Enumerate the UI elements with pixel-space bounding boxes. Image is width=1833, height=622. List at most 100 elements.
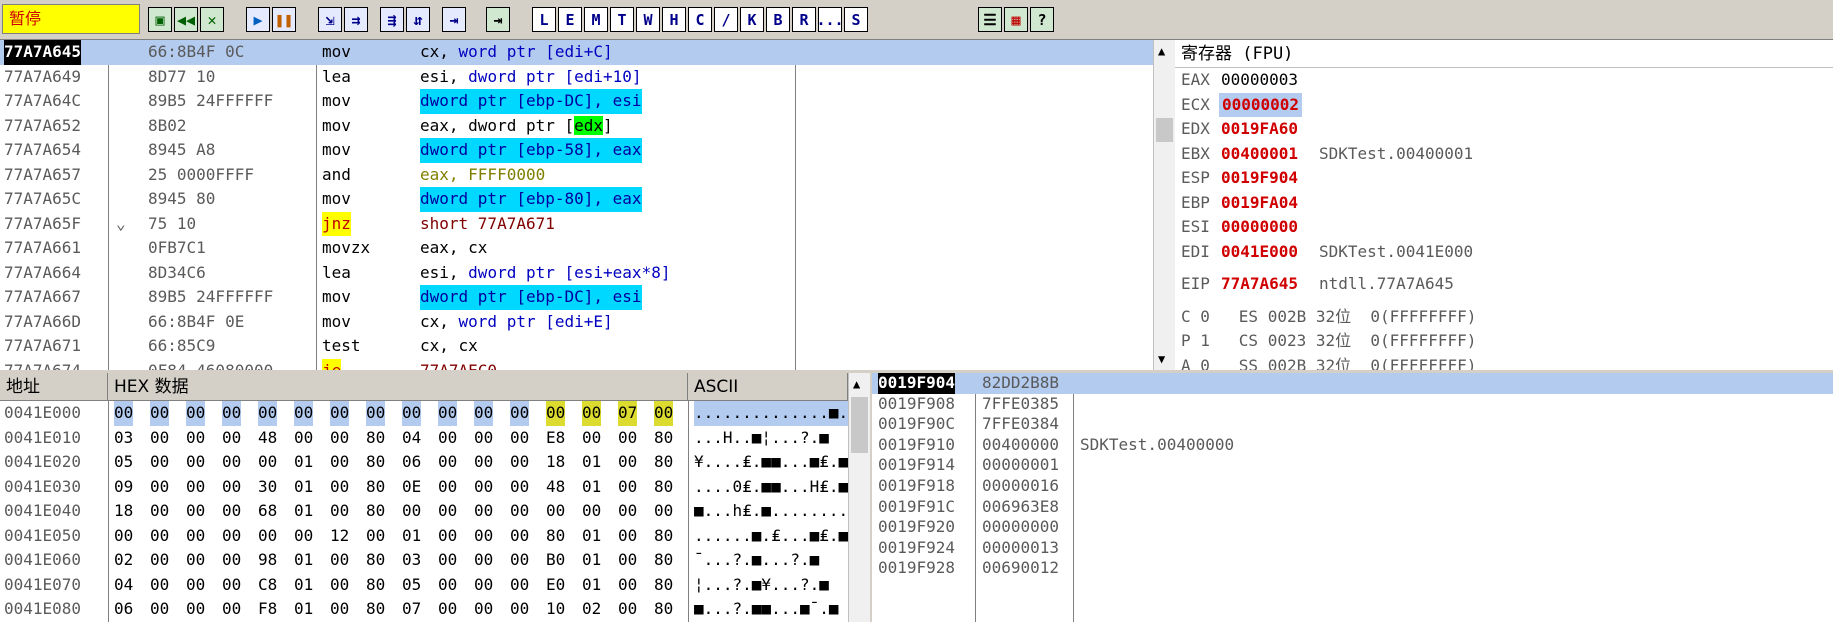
disasm-row[interactable]: 77A7A649 8D77 10 lea esi, dword ptr [edi+10… — [0, 65, 1153, 90]
disasm-row[interactable]: 77A7A65C 8945 80 mov dword ptr [ebp-80], ea… — [0, 187, 1153, 212]
dump-byte[interactable]: 02 — [114, 548, 133, 573]
dump-header-ascii[interactable]: ASCII — [688, 373, 848, 401]
dump-byte[interactable]: 01 — [582, 475, 601, 500]
dump-byte[interactable]: 00 — [186, 450, 205, 475]
dump-byte[interactable]: B0 — [546, 548, 565, 573]
dump-byte[interactable]: 01 — [582, 573, 601, 598]
dump-byte[interactable]: 00 — [330, 475, 349, 500]
dump-byte[interactable]: 00 — [438, 426, 457, 451]
dump-byte[interactable]: 03 — [114, 426, 133, 451]
dump-byte[interactable]: 00 — [474, 426, 493, 451]
modules-button[interactable]: E — [558, 7, 582, 32]
dump-byte[interactable]: 00 — [330, 401, 350, 426]
dump-byte[interactable]: 01 — [294, 450, 313, 475]
dump-byte[interactable]: 00 — [222, 401, 242, 426]
dump-byte[interactable]: 00 — [474, 499, 493, 524]
dump-byte[interactable]: 00 — [258, 524, 277, 549]
dump-byte[interactable]: 0E — [402, 475, 421, 500]
dump-byte[interactable]: 80 — [366, 450, 385, 475]
help-icon[interactable]: ? — [1030, 7, 1054, 32]
dump-byte[interactable]: 07 — [618, 401, 638, 426]
dump-byte[interactable]: 80 — [366, 573, 385, 598]
dump-byte[interactable]: 00 — [222, 524, 241, 549]
dump-byte[interactable]: 00 — [222, 475, 241, 500]
stack-row[interactable]: 0019F920 00000000 — [872, 517, 1833, 538]
reg-eax-value[interactable]: 00000003 — [1221, 68, 1298, 93]
reg-ebx-value[interactable]: 00400001 — [1221, 142, 1298, 167]
pause-icon[interactable]: ❚❚ — [272, 7, 296, 32]
dump-byte[interactable]: 00 — [150, 499, 169, 524]
stack-row[interactable]: 0019F904 82DD2B8B — [872, 373, 1833, 394]
disasm-row[interactable]: 77A7A657 25 0000FFFF and eax, FFFF0000 — [0, 163, 1153, 188]
dump-byte[interactable]: F8 — [258, 597, 277, 622]
dump-byte[interactable]: 04 — [402, 426, 421, 451]
dump-byte[interactable]: 00 — [330, 597, 349, 622]
dump-byte[interactable]: 68 — [258, 499, 277, 524]
dump-row[interactable]: 0041E070 04 00 00 00 C8 01 00 80 05 00 00 00 E0 01 00 80… — [0, 573, 848, 598]
dump-byte[interactable]: 07 — [402, 597, 421, 622]
dump-byte[interactable]: 00 — [402, 499, 421, 524]
dump-byte[interactable]: 00 — [294, 426, 313, 451]
dump-byte[interactable]: 00 — [150, 548, 169, 573]
disassembly-pane[interactable]: 77A7A645 66:8B4F 0C mov cx, word ptr [edi+C… — [0, 40, 1153, 370]
log-button[interactable]: L — [532, 7, 556, 32]
dump-row[interactable]: 0041E010 03 00 00 00 48 00 00 80 04 00 00 00 E8 00 00 80… — [0, 426, 848, 451]
dump-byte[interactable]: 00 — [150, 524, 169, 549]
options-icon[interactable]: ▦ — [1004, 7, 1028, 32]
dump-byte[interactable]: 00 — [474, 401, 494, 426]
dump-header-hex[interactable]: HEX 数据 — [108, 373, 688, 401]
dump-byte[interactable]: 30 — [258, 475, 277, 500]
dump-byte[interactable]: 00 — [186, 401, 206, 426]
reg-eip-value[interactable]: 77A7A645 — [1221, 272, 1298, 297]
reg-edx-value[interactable]: 0019FA60 — [1221, 117, 1298, 142]
dump-byte[interactable]: 00 — [582, 499, 601, 524]
handles-button[interactable]: H — [662, 7, 686, 32]
dump-byte[interactable]: 00 — [186, 475, 205, 500]
dump-byte[interactable]: 00 — [186, 524, 205, 549]
dump-byte[interactable]: 01 — [294, 597, 313, 622]
dump-byte[interactable]: 00 — [510, 524, 529, 549]
execute-till-return-icon[interactable]: ⇥ — [442, 7, 466, 32]
dump-byte[interactable]: 00 — [186, 597, 205, 622]
dump-byte[interactable]: 00 — [294, 524, 313, 549]
list-icon[interactable]: ☰ — [978, 7, 1002, 32]
dump-byte[interactable]: 00 — [474, 524, 493, 549]
disasm-row[interactable]: 77A7A652 8B02 mov eax, dword ptr [edx] — [0, 114, 1153, 139]
dump-byte[interactable]: 00 — [150, 450, 169, 475]
run-icon[interactable]: ▶ — [246, 7, 270, 32]
dump-byte[interactable]: 00 — [546, 401, 566, 426]
dump-byte[interactable]: 00 — [510, 573, 529, 598]
dump-byte[interactable]: 80 — [366, 548, 385, 573]
dump-byte[interactable]: 00 — [618, 597, 637, 622]
registers-pane[interactable]: 寄存器 (FPU) EAX 00000003 ECX 00000002 EDX 001… — [1175, 40, 1833, 370]
patches-button[interactable]: / — [714, 7, 738, 32]
dump-byte[interactable]: 00 — [618, 475, 637, 500]
source-button[interactable]: S — [844, 7, 868, 32]
dump-byte[interactable]: 00 — [222, 597, 241, 622]
dump-byte[interactable]: 00 — [618, 499, 637, 524]
dump-byte[interactable]: 80 — [654, 450, 673, 475]
run-trace-button[interactable]: ... — [816, 7, 844, 32]
dump-byte[interactable]: 80 — [654, 548, 673, 573]
stack-row[interactable]: 0019F90C 7FFE0384 — [872, 414, 1833, 435]
scroll-thumb[interactable] — [1156, 118, 1173, 142]
dump-byte[interactable]: 00 — [222, 548, 241, 573]
dump-byte[interactable]: 00 — [222, 450, 241, 475]
close-icon[interactable]: ✕ — [200, 7, 224, 32]
dump-byte[interactable]: 00 — [618, 524, 637, 549]
memory-button[interactable]: M — [584, 7, 608, 32]
trace-over-icon[interactable]: ⇵ — [406, 7, 430, 32]
disasm-row[interactable]: 77A7A65F 75 10 jnz short 77A7A671 ⌄ — [0, 211, 1153, 236]
disasm-row[interactable]: 77A7A667 89B5 24FFFFFF mov dword ptr [ebp-D… — [0, 285, 1153, 310]
dump-byte[interactable]: 05 — [402, 573, 421, 598]
dump-byte[interactable]: 00 — [222, 426, 241, 451]
dump-byte[interactable]: 00 — [366, 401, 386, 426]
dump-byte[interactable]: 00 — [510, 548, 529, 573]
scroll-down-icon[interactable]: ▼ — [1158, 352, 1165, 366]
dump-byte[interactable]: E8 — [546, 426, 565, 451]
disasm-row[interactable]: 77A7A645 66:8B4F 0C mov cx, word ptr [edi+C… — [0, 40, 1153, 65]
dump-byte[interactable]: 00 — [330, 573, 349, 598]
dump-byte[interactable]: 12 — [330, 524, 349, 549]
dump-byte[interactable]: 00 — [618, 426, 637, 451]
dump-row[interactable]: 0041E060 02 00 00 00 98 01 00 80 03 00 00 00 B0 01 00 80… — [0, 548, 848, 573]
